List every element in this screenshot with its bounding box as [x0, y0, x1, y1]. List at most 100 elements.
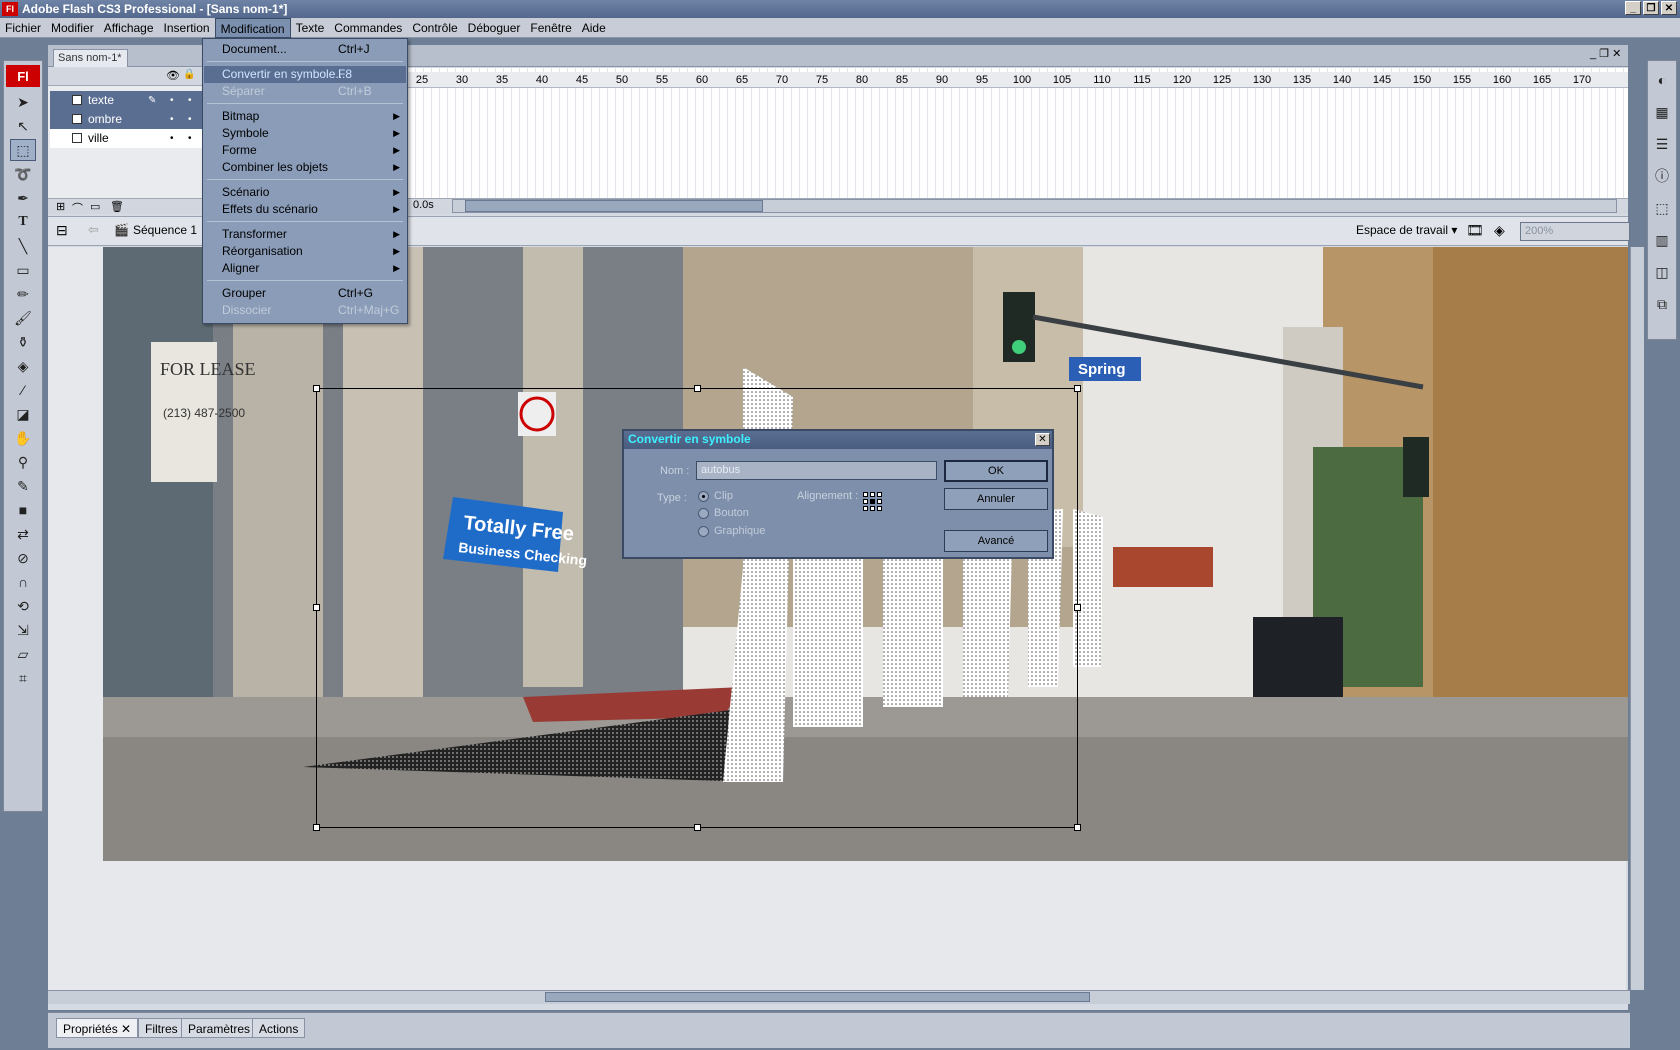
menu-item-transformer[interactable]: Transformer ▶	[204, 226, 406, 243]
timeline-toggle-icon[interactable]: ⊟	[56, 222, 68, 239]
zoom-field[interactable]: 200%	[1520, 222, 1630, 241]
scale-icon[interactable]: ⇲	[10, 619, 36, 641]
swatches-panel-icon[interactable]: ▦	[1650, 99, 1674, 125]
stage-vertical-scrollbar[interactable]	[1630, 247, 1644, 990]
type-button-radio[interactable]	[698, 508, 709, 519]
dialog-close-icon[interactable]: ✕	[1035, 433, 1050, 446]
stroke-color-icon[interactable]: ✎	[10, 475, 36, 497]
menu-item-scenario[interactable]: Scénario ▶	[204, 184, 406, 201]
transform-handle[interactable]	[313, 385, 320, 392]
eyedropper-tool-icon[interactable]: ⁄	[10, 379, 36, 401]
edit-symbol-icon[interactable]: ◈	[1494, 222, 1505, 239]
tab-parametres[interactable]: Paramètres	[181, 1018, 258, 1038]
menu-item-dissocier[interactable]: Dissocier Ctrl+Maj+G	[204, 302, 406, 319]
transform-handle[interactable]	[1074, 604, 1081, 611]
edit-scene-icon[interactable]: 🎞	[1466, 222, 1484, 239]
transform-panel-icon[interactable]: ⬚	[1650, 195, 1674, 221]
text-tool-icon[interactable]: T	[10, 211, 36, 233]
minimize-button[interactable]: _	[1625, 1, 1641, 15]
selection-tool-icon[interactable]: ➤	[10, 91, 36, 113]
behaviors-panel-icon[interactable]: ⧉	[1650, 291, 1674, 317]
advanced-button[interactable]: Avancé	[944, 530, 1048, 552]
transform-handle[interactable]	[1074, 385, 1081, 392]
transform-handle[interactable]	[694, 824, 701, 831]
tab-proprietes[interactable]: Propriétés ✕	[56, 1018, 139, 1038]
workspace-dropdown[interactable]: Espace de travail ▾	[1356, 223, 1457, 237]
pencil-tool-icon[interactable]: ✏	[10, 283, 36, 305]
menu-item-separer[interactable]: Séparer Ctrl+B	[204, 83, 406, 100]
lasso-tool-icon[interactable]: ➰	[10, 163, 36, 185]
subselection-tool-icon[interactable]: ↖	[10, 115, 36, 137]
transform-handle[interactable]	[313, 604, 320, 611]
line-tool-icon[interactable]: ╲	[10, 235, 36, 257]
horizontal-scroll-thumb[interactable]	[545, 992, 1090, 1002]
menu-item-forme[interactable]: Forme ▶	[204, 142, 406, 159]
distort-icon[interactable]: ▱	[10, 643, 36, 665]
ink-bottle-tool-icon[interactable]: ⚱	[10, 331, 36, 353]
menu-modification[interactable]: Modification	[214, 17, 291, 38]
add-guide-icon[interactable]: ⌒	[72, 200, 83, 216]
ok-button[interactable]: OK	[944, 460, 1048, 482]
menu-modifier[interactable]: Modifier	[46, 18, 99, 38]
menu-controle[interactable]: Contrôle	[407, 18, 462, 38]
menu-deboguer[interactable]: Déboguer	[463, 18, 526, 38]
menu-texte[interactable]: Texte	[291, 18, 330, 38]
trash-icon[interactable]: 🗑	[110, 200, 124, 213]
menu-fenetre[interactable]: Fenêtre	[525, 18, 576, 38]
paint-bucket-tool-icon[interactable]: ◈	[10, 355, 36, 377]
align-panel-icon[interactable]: ☰	[1650, 131, 1674, 157]
info-panel-icon[interactable]: ⓘ	[1650, 163, 1674, 189]
menu-item-combiner[interactable]: Combiner les objets ▶	[204, 159, 406, 176]
snap-magnet-icon[interactable]: ∩	[10, 571, 36, 593]
envelope-icon[interactable]: ⌗	[10, 667, 36, 689]
free-transform-tool-icon[interactable]: ⬚	[10, 139, 36, 161]
timeline-scroll-thumb[interactable]	[465, 200, 763, 212]
cancel-button[interactable]: Annuler	[944, 488, 1048, 510]
menu-item-reorganisation[interactable]: Réorganisation ▶	[204, 243, 406, 260]
add-folder-icon[interactable]: ▭	[90, 200, 100, 213]
tab-filtres[interactable]: Filtres	[138, 1018, 185, 1038]
menu-item-aligner[interactable]: Aligner ▶	[204, 260, 406, 277]
rectangle-tool-icon[interactable]: ▭	[10, 259, 36, 281]
eye-icon[interactable]: 👁	[166, 69, 180, 82]
menu-item-symbole[interactable]: Symbole ▶	[204, 125, 406, 142]
transform-handle[interactable]	[1074, 824, 1081, 831]
zoom-tool-icon[interactable]: ⚲	[10, 451, 36, 473]
fill-color-icon[interactable]: ■	[10, 499, 36, 521]
lock-icon[interactable]: 🔒	[183, 69, 195, 80]
tab-actions[interactable]: Actions	[252, 1018, 306, 1038]
menu-aide[interactable]: Aide	[577, 18, 611, 38]
menu-item-document[interactable]: Document... Ctrl+J	[204, 41, 406, 58]
brush-tool-icon[interactable]: 🖌	[10, 307, 36, 329]
menu-commandes[interactable]: Commandes	[329, 18, 407, 38]
eraser-tool-icon[interactable]: ◪	[10, 403, 36, 425]
no-color-icon[interactable]: ⊘	[10, 547, 36, 569]
components-panel-icon[interactable]: ◫	[1650, 259, 1674, 285]
restore-button[interactable]: ❐	[1643, 1, 1659, 15]
transform-handle[interactable]	[694, 385, 701, 392]
menu-affichage[interactable]: Affichage	[99, 18, 159, 38]
menu-insertion[interactable]: Insertion	[159, 18, 215, 38]
pen-tool-icon[interactable]: ✒	[10, 187, 36, 209]
menu-item-grouper[interactable]: Grouper Ctrl+G	[204, 285, 406, 302]
type-clip-radio[interactable]	[698, 491, 709, 502]
menu-item-effets[interactable]: Effets du scénario ▶	[204, 201, 406, 218]
library-panel-icon[interactable]: ▥	[1650, 227, 1674, 253]
transform-handle[interactable]	[313, 824, 320, 831]
document-tab[interactable]: Sans nom-1*	[53, 49, 128, 67]
registration-grid-icon[interactable]	[863, 492, 882, 511]
doc-window-controls[interactable]: _ ❐ ✕	[1590, 47, 1621, 60]
color-panel-icon[interactable]: ◐	[1650, 67, 1674, 93]
scene-name[interactable]: Séquence 1	[133, 223, 197, 237]
symbol-name-input[interactable]: autobus	[696, 461, 937, 480]
menu-fichier[interactable]: Fichier	[0, 18, 46, 38]
swap-colors-icon[interactable]: ⇄	[10, 523, 36, 545]
add-layer-icon[interactable]: ⊞	[56, 200, 65, 213]
hand-tool-icon[interactable]: ✋	[10, 427, 36, 449]
type-graphic-radio[interactable]	[698, 526, 709, 537]
menu-item-convert-symbol[interactable]: Convertir en symbole... F8	[204, 66, 406, 83]
close-button[interactable]: ✕	[1661, 1, 1677, 15]
back-arrow-icon[interactable]: ⇦	[88, 222, 99, 238]
rotate-skew-icon[interactable]: ⟲	[10, 595, 36, 617]
menu-item-bitmap[interactable]: Bitmap ▶	[204, 108, 406, 125]
